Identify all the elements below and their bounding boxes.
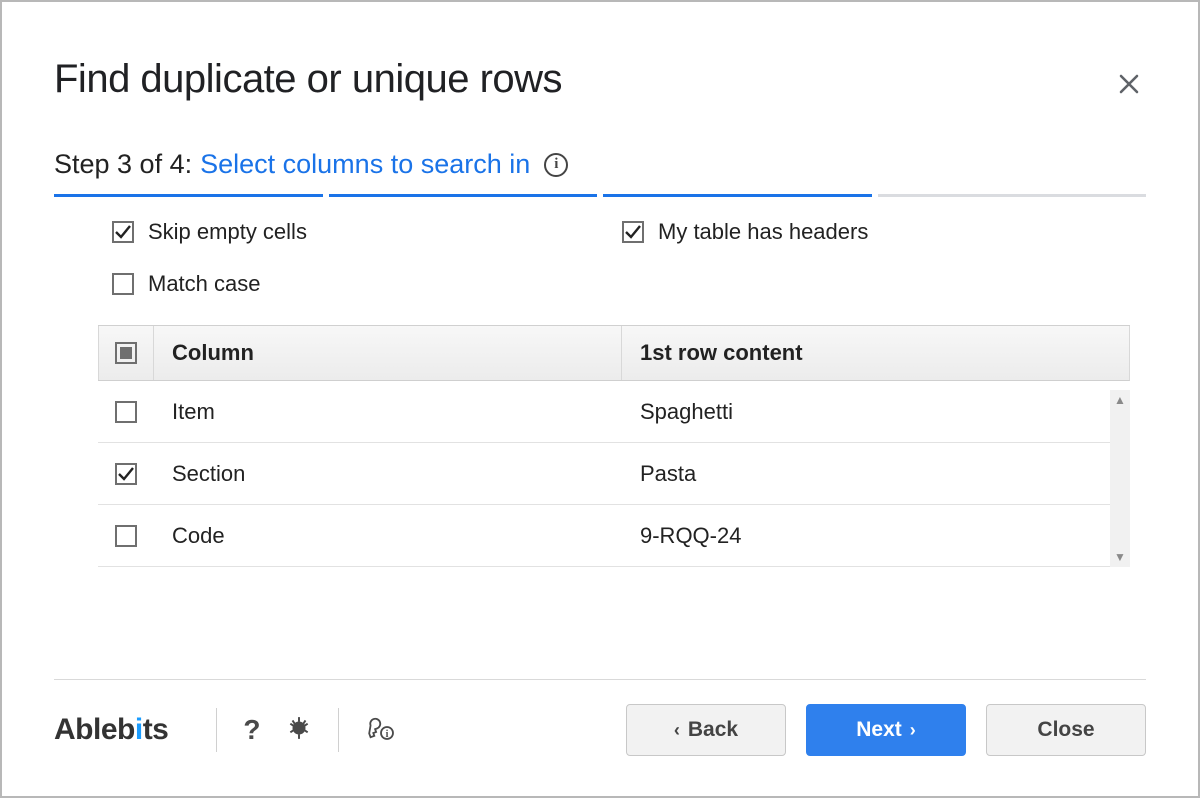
header-content[interactable]: 1st row content (622, 326, 1129, 380)
separator (216, 708, 217, 752)
table-row[interactable]: Section Pasta (98, 443, 1130, 505)
help-icon[interactable]: ? (237, 710, 266, 750)
step-row: Step 3 of 4: Select columns to search in… (54, 149, 1146, 180)
bug-icon[interactable] (280, 711, 318, 750)
row-content: Spaghetti (622, 399, 1130, 425)
scroll-down-icon[interactable]: ▼ (1110, 547, 1130, 567)
row-column-name: Section (154, 461, 622, 487)
progress-segment-3 (603, 194, 872, 197)
row-content: Pasta (622, 461, 1130, 487)
footer: Ablebits ? i ‹ Back Next › Close (54, 679, 1146, 756)
checkbox-has-headers[interactable] (622, 221, 644, 243)
scroll-up-icon[interactable]: ▲ (1110, 390, 1130, 410)
chevron-left-icon: ‹ (674, 720, 680, 741)
scrollbar[interactable]: ▲ ▼ (1110, 390, 1130, 567)
checkbox-select-all[interactable] (115, 342, 137, 364)
progress-segment-2 (329, 194, 598, 197)
option-match-case[interactable]: Match case (112, 271, 622, 297)
table-row[interactable]: Item Spaghetti (98, 381, 1130, 443)
info-icon[interactable]: i (544, 153, 568, 177)
dialog-content: Find duplicate or unique rows Step 3 of … (2, 2, 1198, 567)
progress-segment-4 (878, 194, 1147, 197)
row-content: 9-RQQ-24 (622, 523, 1130, 549)
separator (338, 708, 339, 752)
chevron-right-icon: › (910, 720, 916, 741)
step-description: Select columns to search in (200, 149, 530, 180)
next-button-label: Next (856, 718, 902, 742)
option-match-case-label: Match case (148, 271, 261, 297)
brand-logo: Ablebits (54, 713, 196, 747)
dialog-title: Find duplicate or unique rows (54, 57, 562, 102)
svg-text:i: i (386, 729, 389, 740)
dialog-frame: Find duplicate or unique rows Step 3 of … (0, 0, 1200, 798)
row-column-name: Item (154, 399, 622, 425)
back-button-label: Back (688, 718, 738, 742)
key-info-icon[interactable]: i (359, 710, 401, 751)
progress-segment-1 (54, 194, 323, 197)
option-has-headers[interactable]: My table has headers (622, 219, 1146, 245)
row-checkbox[interactable] (115, 401, 137, 423)
close-icon[interactable] (1112, 65, 1146, 107)
close-button[interactable]: Close (986, 704, 1146, 756)
table-row[interactable]: Code 9-RQQ-24 (98, 505, 1130, 567)
option-skip-empty-label: Skip empty cells (148, 219, 307, 245)
option-skip-empty[interactable]: Skip empty cells (112, 219, 622, 245)
columns-table: Column 1st row content Item Spaghetti Se… (98, 325, 1130, 567)
row-checkbox[interactable] (115, 525, 137, 547)
option-has-headers-label: My table has headers (658, 219, 868, 245)
close-button-label: Close (1037, 718, 1094, 742)
step-label: Step 3 of 4: (54, 149, 192, 180)
row-column-name: Code (154, 523, 622, 549)
next-button[interactable]: Next › (806, 704, 966, 756)
header-column[interactable]: Column (154, 326, 622, 380)
checkbox-skip-empty[interactable] (112, 221, 134, 243)
footer-divider (54, 679, 1146, 680)
back-button[interactable]: ‹ Back (626, 704, 786, 756)
row-checkbox[interactable] (115, 463, 137, 485)
checkbox-match-case[interactable] (112, 273, 134, 295)
table-header: Column 1st row content (98, 326, 1130, 381)
